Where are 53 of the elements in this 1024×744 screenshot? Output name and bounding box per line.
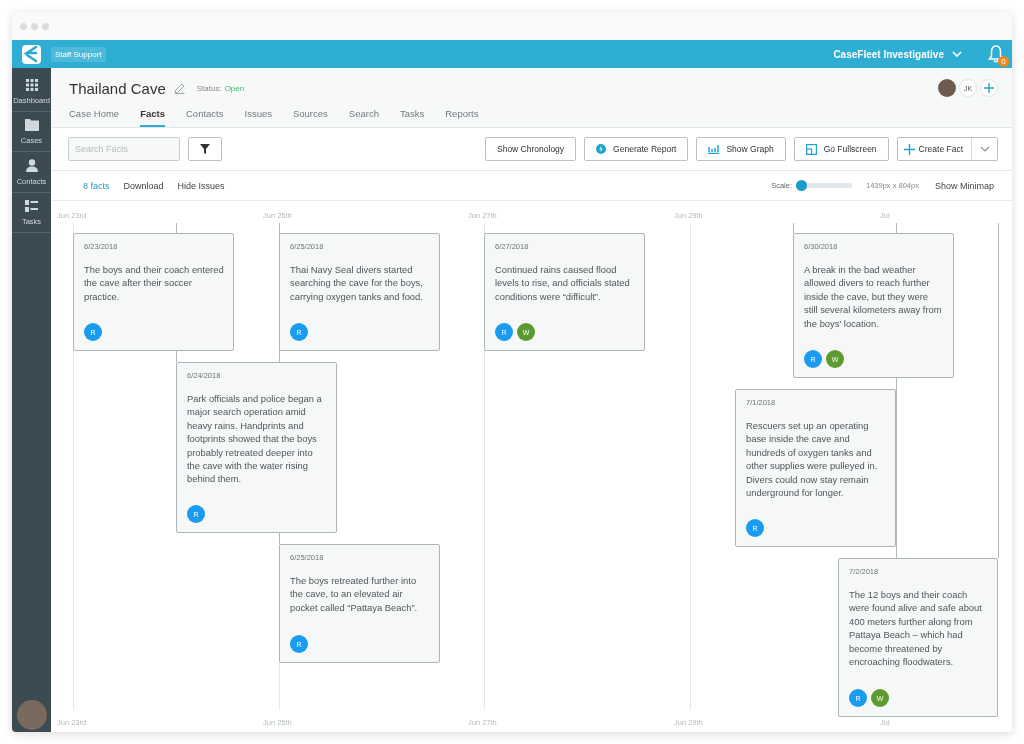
- caret-icon[interactable]: [971, 138, 997, 160]
- list-icon: [25, 200, 38, 212]
- bar-chart-icon: [708, 144, 720, 154]
- tab[interactable]: Facts: [140, 108, 165, 127]
- fact-text: Rescuers set up an operating base inside the cave and hundreds of oxygen tanks and other supplies were pulleyed in. Divers could now stay remain underground for longer.: [746, 419, 879, 500]
- tab[interactable]: Reports: [445, 108, 479, 127]
- tab[interactable]: Issues: [244, 108, 272, 127]
- fact-text: Continued rains caused flood levels to rise, and officials stated conditions were “difficult”.: [495, 263, 631, 304]
- user-avatar[interactable]: [16, 700, 47, 730]
- add-collaborator-icon[interactable]: [980, 79, 998, 97]
- notification-bell-icon[interactable]: [988, 45, 1004, 63]
- fact-text: Thai Navy Seal divers started searching the cave for the boys, carrying oxygen tanks and food.: [290, 263, 424, 304]
- show-minimap-link[interactable]: Show Minimap: [934, 180, 994, 191]
- window-dot: [20, 22, 27, 30]
- tab[interactable]: Case Home: [69, 108, 120, 127]
- grid-icon: [25, 79, 38, 91]
- tab[interactable]: Tasks: [399, 108, 425, 127]
- fact-text: The 12 boys and their coach were found alive and safe about 400 meters further along from Pattaya Beach – which had become threatened by encroaching floodwaters.: [849, 588, 983, 669]
- toolbar-link[interactable]: Hide Issues: [177, 180, 225, 191]
- fullscreen-icon: [805, 143, 817, 155]
- toolbar-link[interactable]: Download: [123, 180, 164, 191]
- filter-icon: [200, 144, 210, 154]
- person-icon: [25, 159, 38, 172]
- filter-button[interactable]: [188, 137, 222, 161]
- search-field[interactable]: Search Facts: [68, 137, 180, 161]
- toolbar-button[interactable]: Show Graph: [696, 137, 786, 161]
- window-dot: [31, 22, 38, 30]
- edit-icon[interactable]: [173, 82, 185, 94]
- case-title: Thailand Cave: [69, 79, 166, 97]
- tab[interactable]: Contacts: [186, 108, 224, 127]
- notification-count: 0: [998, 56, 1009, 67]
- status-label: Status:: [196, 83, 222, 93]
- chevron-down-icon: [952, 50, 962, 58]
- fact-text: Park officials and police began a major search operation amid heavy rains. Handprints and footprints showed that the boys probably retreated deeper into the cave with the water rising behind them.: [187, 392, 323, 486]
- toolbar-button[interactable]: Show Chronology: [485, 137, 577, 161]
- bolt-icon: [596, 144, 607, 154]
- folder-icon: [24, 119, 39, 131]
- scale-slider[interactable]: [796, 180, 852, 191]
- plus-icon: [903, 143, 915, 155]
- fact-card[interactable]: [176, 362, 337, 533]
- tab[interactable]: Search: [348, 108, 379, 127]
- fact-text: The boys and their coach entered the cave after their soccer practice.: [84, 263, 224, 304]
- app-logo-icon[interactable]: [22, 44, 41, 64]
- facts-count[interactable]: 8 facts: [83, 180, 110, 191]
- collaborator-avatar[interactable]: [938, 79, 956, 97]
- status-value: Open: [224, 83, 245, 93]
- fact-text: A break in the bad weather allowed divers to reach further inside the cave, but they were still several kilometers away from the boys' location.: [804, 263, 943, 331]
- slider-thumb[interactable]: [796, 180, 807, 191]
- window-dot: [42, 22, 49, 30]
- toolbar-button[interactable]: Go Fullscreen: [793, 137, 889, 161]
- toolbar-button[interactable]: Generate Report: [584, 137, 689, 161]
- fact-text: The boys retreated further into the cave, to an elevated air pocket called “Pattaya Beach”.: [290, 574, 419, 615]
- tab[interactable]: Sources: [292, 108, 328, 127]
